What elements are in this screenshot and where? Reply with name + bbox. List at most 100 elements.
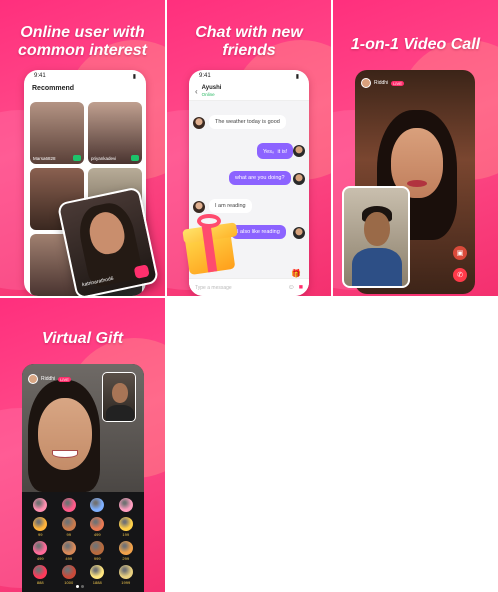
panel-chat: Chat with new friends 9:41 ▮ ‹ Ayushi On… [167, 0, 331, 296]
gift-item[interactable]: 888 [26, 565, 55, 585]
status-time: 9:41 [34, 73, 46, 79]
gift-phone-frame: Riddhi LIVE 99 99 499 199 499 499 999 299 888 100… [22, 364, 144, 592]
gift-icon: ▣ [456, 250, 464, 257]
end-call-button[interactable]: ✆ [453, 268, 467, 282]
status-bar: 9:41 ▮ [189, 70, 309, 83]
video-camera-icon[interactable]: ■ [299, 284, 303, 291]
gift-icon [61, 517, 76, 531]
live-badge: LIVE [391, 80, 404, 86]
gift-price: 99 [38, 532, 43, 537]
gift-item[interactable]: 999 [83, 541, 112, 561]
emoji-icon[interactable]: ☺ [288, 284, 295, 291]
gift-item[interactable]: 299 [112, 541, 141, 561]
gift-icon [33, 498, 48, 512]
user-avatar [293, 145, 305, 157]
page-dot [76, 585, 79, 588]
status-time: 9:41 [199, 73, 211, 79]
gift-item[interactable]: 1000 [55, 565, 84, 585]
message-outgoing: Yes。it is! [257, 143, 294, 159]
gift-icon [33, 565, 48, 579]
gift-price: 999 [93, 556, 101, 561]
gift-icon [118, 541, 133, 555]
gift-icon [61, 498, 76, 512]
gift-icon [61, 565, 76, 579]
app-store-screenshots: Online user with common interest 9:41 ▮ … [0, 0, 498, 592]
user-name: priyankadevi [91, 156, 117, 161]
headline: Virtual Gift [41, 330, 124, 347]
gift-price: 299 [122, 556, 130, 561]
caller-face [38, 398, 92, 470]
user-name: Marsa6828 [33, 156, 56, 161]
message-incoming: The weather today is good [209, 115, 286, 129]
gift-item[interactable] [55, 498, 84, 513]
battery-icon: ▮ [295, 74, 299, 80]
gift-icon[interactable]: 🎁 [291, 269, 301, 278]
gift-price: 1000 [64, 580, 74, 585]
headline-line-2: friends [222, 42, 276, 59]
gift-grid: 99 99 499 199 499 499 999 299 888 1000 1888 1999 [26, 498, 140, 585]
message-outgoing: I also like reading [231, 225, 286, 239]
gift-icon [90, 565, 105, 579]
gift-item[interactable]: 99 [55, 517, 84, 537]
gift-price: 499 [65, 556, 73, 561]
video-call-screen: Riddhi LIVE [22, 364, 144, 492]
headline-line-1: Online user with [20, 24, 145, 41]
gift-item[interactable] [83, 498, 112, 513]
gift-button[interactable]: ▣ [453, 246, 467, 260]
gift-icon [118, 517, 133, 531]
video-call-icon[interactable] [133, 264, 150, 279]
self-view-pip[interactable] [342, 186, 410, 288]
gift-price: 499 [36, 556, 44, 561]
gift-item[interactable]: 199 [112, 517, 141, 537]
caller-name: Riddhi [41, 376, 56, 382]
gift-price: 1888 [92, 580, 102, 585]
gift-icon [90, 541, 105, 555]
gift-box-illustration [181, 212, 239, 276]
video-call-icon[interactable] [131, 155, 139, 161]
message-outgoing: what are you doing? [229, 171, 291, 185]
gift-price: 888 [36, 580, 44, 585]
gift-icon [33, 541, 48, 555]
caller-avatar [28, 374, 38, 384]
caller-avatar [361, 78, 371, 88]
gift-item[interactable] [26, 498, 55, 513]
panel-online-users: Online user with common interest 9:41 ▮ … [0, 0, 165, 296]
contact-name: Ayushi [201, 85, 222, 91]
gift-item[interactable]: 1888 [83, 565, 112, 585]
caller-info: Riddhi LIVE [28, 374, 71, 384]
video-call-icon[interactable] [73, 155, 81, 161]
self-view-pip[interactable] [102, 372, 136, 422]
gift-item[interactable] [112, 498, 141, 513]
gift-price: 499 [93, 532, 101, 537]
gift-item[interactable]: 499 [26, 541, 55, 561]
contact-status: Online [201, 92, 215, 97]
gift-item[interactable]: 499 [83, 517, 112, 537]
gift-item[interactable]: 1999 [112, 565, 141, 585]
section-title: Recommend [32, 85, 75, 92]
user-avatar [293, 173, 305, 185]
gift-price: 199 [122, 532, 130, 537]
back-arrow-icon[interactable]: ‹ [195, 87, 198, 96]
user-avatar [293, 227, 305, 239]
user-card[interactable]: Marsa6828 [30, 102, 84, 164]
user-card[interactable]: priyankadevi [88, 102, 142, 164]
message-incoming: I am reading [209, 199, 252, 213]
message-input[interactable]: Type a message [195, 285, 284, 291]
battery-icon: ▮ [132, 74, 136, 80]
caller-info: Riddhi LIVE [361, 78, 404, 88]
gift-bow [197, 214, 221, 228]
status-bar: 9:41 ▮ [24, 70, 146, 83]
headline-line-2: common interest [18, 42, 147, 59]
gift-price: 99 [66, 532, 71, 537]
headline-line-1: Chat with new [195, 24, 303, 41]
gift-icon [118, 498, 133, 512]
hang-up-icon: ✆ [457, 272, 463, 279]
self-view-body [106, 405, 134, 421]
page-indicator [76, 585, 84, 588]
self-view-face [364, 212, 390, 246]
page-dot [81, 585, 84, 588]
live-badge: LIVE [58, 376, 71, 382]
gift-item[interactable]: 99 [26, 517, 55, 537]
gift-icon [33, 517, 48, 531]
gift-item[interactable]: 499 [55, 541, 84, 561]
